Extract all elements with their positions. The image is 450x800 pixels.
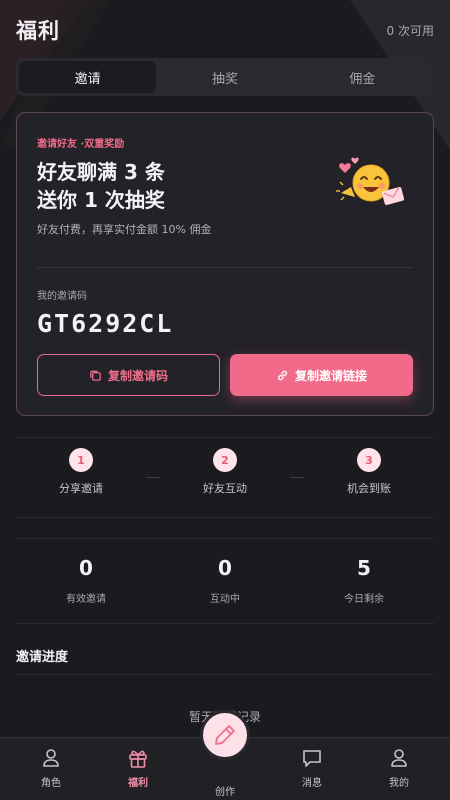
step-interact: 2 好友互动 <box>160 448 290 496</box>
step-label: 机会到账 <box>347 482 391 495</box>
section-divider <box>16 517 434 518</box>
section-divider <box>16 674 434 675</box>
step-number: 3 <box>357 448 381 472</box>
party-face-emoji-icon <box>336 157 405 205</box>
stat-label: 有效邀请 <box>66 594 106 605</box>
message-icon <box>303 750 321 767</box>
step-connector <box>290 477 304 478</box>
step-label: 分享邀请 <box>59 482 103 495</box>
section-divider <box>16 623 434 624</box>
copy-link-label: 复制邀请链接 <box>294 368 367 383</box>
invite-subtitle: 好友付费，再享实付金额 10% 佣金 <box>37 223 212 236</box>
stat-label: 互动中 <box>210 594 240 605</box>
step-share: 1 分享邀请 <box>16 448 146 496</box>
available-count: 0 次可用 <box>386 23 434 38</box>
stat-value: 5 <box>357 556 371 580</box>
stat-remaining-today: 5 今日剩余 <box>294 556 434 605</box>
create-button[interactable] <box>200 710 250 760</box>
headline-line-1: 好友聊满 3 条 <box>37 160 165 184</box>
gift-icon <box>129 750 147 768</box>
headline-line-2: 送你 1 次抽奖 <box>37 188 165 212</box>
copy-code-button[interactable]: 复制邀请码 <box>37 354 220 396</box>
welfare-page: 福利 0 次可用 邀请 抽奖 佣金 邀请好友 ·双重奖励 好友聊满 3 条 送你… <box>0 0 450 800</box>
tab-lottery[interactable]: 抽奖 <box>156 61 293 93</box>
user-icon <box>391 749 407 767</box>
progress-title: 邀请进度 <box>16 650 69 665</box>
copy-code-label: 复制邀请码 <box>107 368 168 383</box>
nav-label: 消息 <box>302 778 322 789</box>
copy-icon <box>90 370 101 381</box>
stat-value: 0 <box>218 556 232 580</box>
person-icon <box>43 749 59 767</box>
stat-valid-invites: 0 有效邀请 <box>16 556 156 605</box>
nav-item-characters[interactable]: 角色 <box>16 747 86 789</box>
tab-bar: 邀请 抽奖 佣金 <box>16 58 434 96</box>
tab-commission[interactable]: 佣金 <box>294 61 431 93</box>
invite-steps: 1 分享邀请 2 好友互动 3 机会到账 <box>16 448 434 508</box>
invite-stats: 0 有效邀请 0 互动中 5 今日剩余 <box>16 556 434 608</box>
invite-headline: 好友聊满 3 条 送你 1 次抽奖 <box>37 158 165 214</box>
bottom-nav: 角色 福利 创作 消息 我的 <box>0 710 450 800</box>
page-title: 福利 <box>16 19 60 43</box>
nav-label: 我的 <box>389 778 409 789</box>
pen-icon <box>215 725 235 745</box>
nav-item-me[interactable]: 我的 <box>364 747 434 789</box>
section-divider <box>16 538 434 539</box>
stat-value: 0 <box>79 556 93 580</box>
stat-interacting: 0 互动中 <box>155 556 295 605</box>
step-reward: 3 机会到账 <box>304 448 434 496</box>
create-label: 创作 <box>215 787 235 798</box>
copy-link-button[interactable]: 复制邀请链接 <box>230 354 413 396</box>
section-divider <box>16 437 434 438</box>
nav-item-messages[interactable]: 消息 <box>277 747 347 789</box>
nav-label: 角色 <box>41 778 61 789</box>
invite-tag: 邀请好友 ·双重奖励 <box>37 139 125 150</box>
page-header: 福利 0 次可用 <box>16 14 434 46</box>
step-number: 2 <box>213 448 237 472</box>
link-icon <box>277 370 288 380</box>
nav-label: 福利 <box>128 778 148 789</box>
stat-label: 今日剩余 <box>344 594 384 605</box>
step-label: 好友互动 <box>203 482 247 495</box>
step-connector <box>146 477 160 478</box>
step-number: 1 <box>69 448 93 472</box>
nav-item-welfare[interactable]: 福利 <box>103 747 173 789</box>
tab-invite[interactable]: 邀请 <box>19 61 157 93</box>
invite-card: 邀请好友 ·双重奖励 好友聊满 3 条 送你 1 次抽奖 好友付费，再享实付金额… <box>16 112 434 416</box>
card-divider <box>37 267 413 268</box>
invite-code: GT6292CL <box>37 309 174 338</box>
invite-code-label: 我的邀请码 <box>37 291 87 302</box>
